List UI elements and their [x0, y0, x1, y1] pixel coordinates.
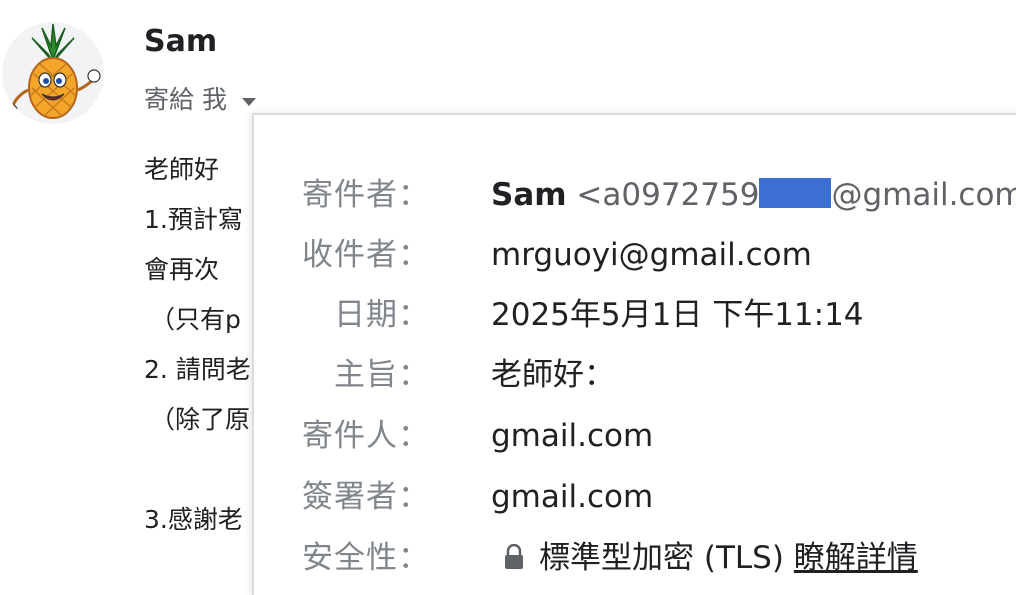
detail-row-subject: 主旨： 老師好： [254, 350, 1016, 400]
from-label: 寄件者： [302, 177, 430, 213]
recipient-summary: 寄給 我 [144, 85, 227, 114]
to-value: mrguoyi@gmail.com [491, 237, 812, 273]
from-email-prefix: <a0972759 [576, 177, 760, 213]
to-label: 收件者： [302, 237, 430, 273]
message-body-line: （只有p [150, 305, 241, 334]
lock-icon [503, 535, 525, 569]
detail-row-to: 收件者： mrguoyi@gmail.com [254, 230, 1016, 280]
detail-row-date: 日期： 2025年5月1日 下午11:14 [254, 290, 1016, 340]
security-text: 標準型加密 (TLS) [539, 540, 784, 576]
message-details-popup: 寄件者： Sam <a0972759 @gmail.com> 收件者： mrguo… [252, 113, 1016, 595]
message-body-line: 3.感謝老 [144, 505, 243, 534]
detail-row-security: 安全性： 標準型加密 (TLS) 瞭解詳情 [254, 533, 1016, 583]
message-body-line: 老師好 [144, 155, 220, 184]
from-value: Sam <a0972759 @gmail.com> [491, 170, 1016, 220]
detail-row-mailed-by: 寄件人： gmail.com [254, 411, 1016, 461]
learn-more-link[interactable]: 瞭解詳情 [794, 540, 918, 576]
date-value: 2025年5月1日 下午11:14 [491, 297, 864, 333]
redaction-box [759, 178, 832, 208]
detail-row-from: 寄件者： Sam <a0972759 @gmail.com> [254, 170, 1016, 220]
caret-down-icon[interactable] [239, 88, 259, 108]
message-body-line: （除了原 [150, 405, 251, 434]
mailed-by-value: gmail.com [491, 418, 654, 454]
message-body-line: 會再次 [144, 255, 220, 284]
signed-by-value: gmail.com [491, 479, 654, 515]
mailed-by-label: 寄件人： [302, 418, 430, 454]
message-body-line: 2. 請問老 [144, 355, 251, 384]
security-value: 標準型加密 (TLS) 瞭解詳情 [491, 533, 918, 583]
detail-row-signed-by: 簽署者： gmail.com [254, 472, 1016, 522]
security-label: 安全性： [302, 540, 430, 576]
from-name: Sam [491, 177, 567, 213]
recipient-details-toggle[interactable]: 寄給 我 [144, 80, 259, 116]
signed-by-label: 簽署者： [302, 479, 430, 515]
message-body-line: 1.預計寫 [144, 205, 243, 234]
subject-label: 主旨： [334, 357, 430, 393]
subject-value: 老師好： [491, 357, 615, 393]
avatar[interactable] [2, 22, 104, 124]
sender-name: Sam [144, 24, 218, 59]
date-label: 日期： [334, 297, 430, 333]
from-email-suffix: @gmail.com> [831, 177, 1016, 213]
pineapple-avatar-icon [6, 23, 101, 119]
